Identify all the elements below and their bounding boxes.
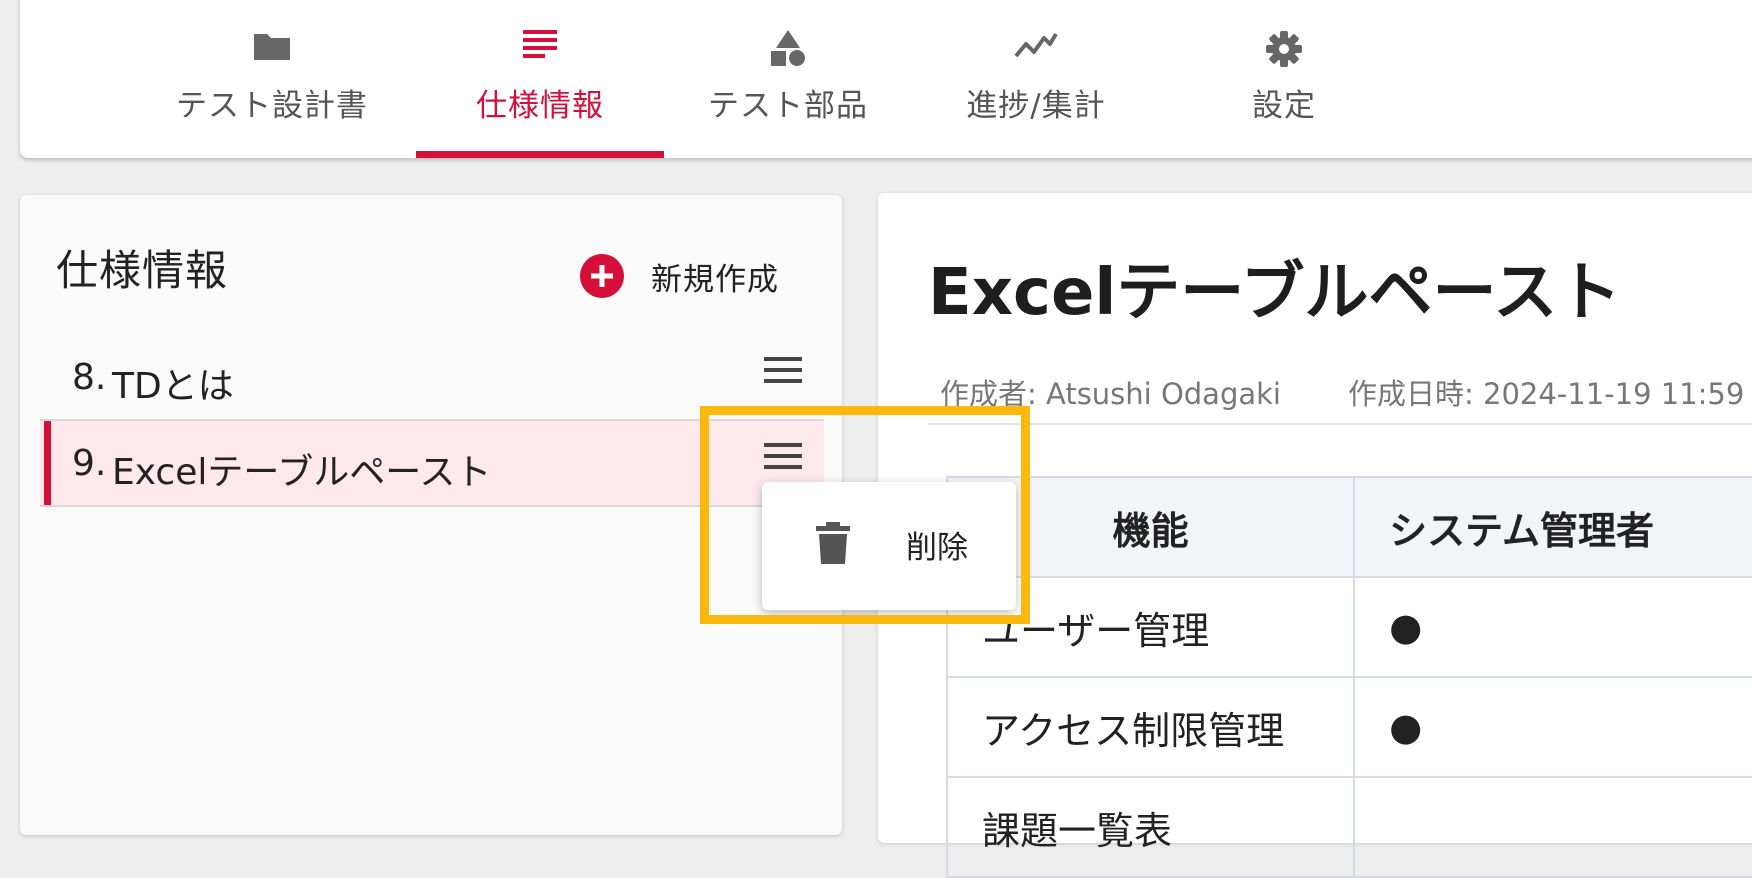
- table-row: ユーザー管理 ●: [945, 576, 1752, 678]
- spec-list-item[interactable]: 8. TDとは: [40, 335, 824, 419]
- delete-label: 削除: [906, 530, 968, 566]
- tab-settings[interactable]: 設定: [1160, 0, 1408, 158]
- spec-table: 機能 システム管理者 ユーザー管理 ● アクセス制限管理 ● 課題一覧表: [945, 476, 1752, 878]
- folder-icon: [252, 30, 292, 66]
- table-row: アクセス制限管理 ●: [945, 676, 1752, 778]
- table-cell: [1353, 776, 1752, 878]
- table-cell: ●: [1353, 576, 1752, 678]
- table-cell: ●: [1353, 676, 1752, 778]
- gear-icon: [1265, 30, 1303, 72]
- tab-spec-info[interactable]: 仕様情報: [416, 0, 664, 158]
- spec-list-panel: 仕様情報 新規作成 8. TDとは 9. Excelテーブルペースト: [20, 195, 842, 835]
- tab-label: 仕様情報: [476, 88, 604, 124]
- selected-indicator: [44, 421, 51, 505]
- table-cell: アクセス制限管理: [945, 676, 1356, 778]
- tab-label: 進捗/集計: [966, 88, 1106, 124]
- spec-title: TDとは: [112, 366, 234, 407]
- table-cell: 課題一覧表: [945, 776, 1356, 878]
- document-title: Excelテーブルペースト: [928, 256, 1622, 330]
- active-tab-indicator: [416, 151, 664, 158]
- tab-label: 設定: [1252, 88, 1316, 124]
- spec-list-item-selected[interactable]: 9. Excelテーブルペースト: [40, 419, 824, 507]
- new-spec-button[interactable]: 新規作成: [580, 253, 779, 299]
- divider: [928, 423, 1752, 425]
- spec-number: 8.: [72, 357, 107, 398]
- table-header-row: 機能 システム管理者: [945, 476, 1752, 578]
- table-row: 課題一覧表: [945, 776, 1752, 878]
- delete-menu-item[interactable]: 削除: [762, 482, 1016, 610]
- list-icon: [523, 30, 557, 64]
- tab-test-design[interactable]: テスト設計書: [148, 0, 396, 158]
- top-navigation: テスト設計書 仕様情報 テスト部品 進捗/集計 設定: [20, 0, 1752, 158]
- created-meta: 作成日時: 2024-11-19 11:59: [1348, 377, 1745, 411]
- tab-label: テスト設計書: [176, 88, 368, 124]
- panel-title: 仕様情報: [56, 246, 229, 295]
- plus-circle-icon: [580, 254, 624, 298]
- new-spec-label: 新規作成: [651, 261, 779, 298]
- table-header: システム管理者: [1353, 476, 1752, 578]
- spec-title: Excelテーブルペースト: [112, 452, 492, 493]
- hamburger-menu-icon[interactable]: [764, 355, 802, 389]
- trash-icon: [816, 522, 850, 568]
- tab-test-parts[interactable]: テスト部品: [664, 0, 912, 158]
- hamburger-menu-icon[interactable]: [764, 441, 802, 475]
- tab-progress[interactable]: 進捗/集計: [912, 0, 1160, 158]
- tab-label: テスト部品: [708, 88, 868, 124]
- shapes-icon: [769, 30, 807, 70]
- spec-number: 9.: [72, 443, 107, 484]
- author-meta: 作成者: Atsushi Odagaki: [940, 377, 1281, 411]
- trend-chart-icon: [1014, 30, 1058, 64]
